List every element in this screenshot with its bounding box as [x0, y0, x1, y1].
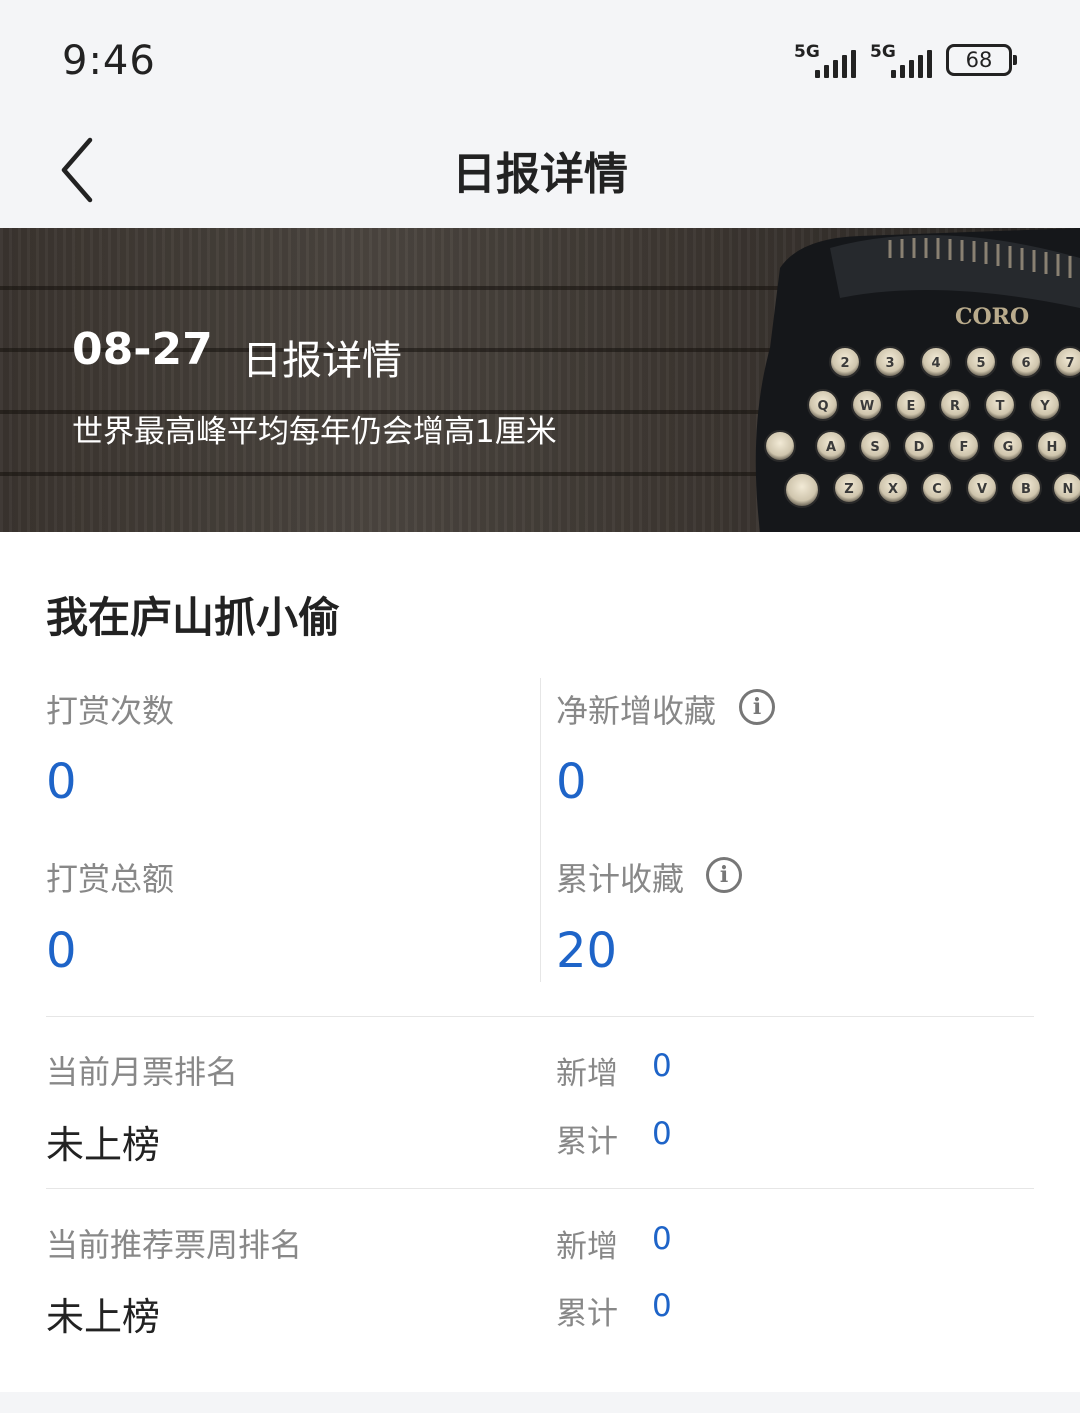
svg-text:F: F [960, 440, 969, 455]
svg-text:H: H [1047, 440, 1058, 455]
weekly-total-label: 累计 [556, 1296, 618, 1332]
svg-text:C: C [932, 482, 942, 497]
banner-date: 08-27 [72, 324, 213, 375]
svg-text:G: G [1003, 440, 1014, 455]
svg-text:A: A [826, 440, 836, 455]
signal-icon: 5G [794, 42, 856, 78]
battery-icon: 68 [946, 44, 1017, 76]
svg-text:R: R [950, 399, 960, 414]
weekly-new-label: 新增 [556, 1229, 618, 1265]
svg-text:Y: Y [1039, 399, 1050, 414]
monthly-new-value: 0 [652, 1048, 672, 1084]
monthly-new-label: 新增 [556, 1056, 618, 1092]
banner: CORO 2 3 4 5 6 7 Q W E R T Y A S D F G H Z X C V B N 08-27 日… [0, 228, 1080, 532]
svg-text:3: 3 [885, 356, 894, 371]
monthly-ticket-rank-value: 未上榜 [46, 1123, 161, 1167]
banner-heading: 日报详情 [242, 338, 402, 384]
info-icon[interactable]: i [706, 857, 742, 893]
typewriter-image: CORO 2 3 4 5 6 7 Q W E R T Y A S D F G H Z X C V B N [755, 228, 1080, 532]
section-divider [46, 1016, 1034, 1017]
section-divider [46, 1188, 1034, 1189]
svg-text:6: 6 [1021, 356, 1030, 371]
svg-text:5: 5 [976, 356, 985, 371]
weekly-recommend-rank-value: 未上榜 [46, 1295, 161, 1339]
status-time: 9:46 [62, 38, 156, 84]
net-favorites-label: 净新增收藏 [556, 692, 717, 730]
svg-text:S: S [870, 440, 879, 455]
column-divider [540, 678, 541, 982]
signal-icon: 5G [870, 42, 932, 78]
weekly-recommend-rank-label: 当前推荐票周排名 [46, 1226, 303, 1264]
weekly-total-value: 0 [652, 1288, 672, 1324]
nav-bar: 日报详情 [0, 110, 1080, 228]
tip-total-value: 0 [46, 923, 77, 979]
svg-text:Z: Z [844, 482, 853, 497]
svg-text:N: N [1063, 482, 1074, 497]
svg-text:W: W [860, 399, 874, 414]
svg-text:CORO: CORO [955, 304, 1029, 330]
svg-text:7: 7 [1065, 356, 1074, 371]
svg-text:T: T [996, 399, 1005, 414]
svg-text:E: E [907, 399, 916, 414]
page-title: 日报详情 [452, 149, 628, 200]
net-favorites-value: 0 [556, 754, 587, 810]
svg-text:X: X [888, 482, 898, 497]
svg-text:B: B [1021, 482, 1031, 497]
tip-total-label: 打赏总额 [46, 860, 175, 898]
weekly-new-value: 0 [652, 1221, 672, 1257]
status-bar: 9:46 5G 5G 68 [0, 0, 1080, 110]
total-favorites-value: 20 [556, 923, 618, 979]
svg-text:Q: Q [817, 399, 828, 414]
battery-level: 68 [965, 48, 993, 72]
svg-text:V: V [977, 482, 987, 497]
status-indicators: 5G 5G 68 [794, 38, 1017, 78]
info-icon[interactable]: i [739, 689, 775, 725]
tip-count-label: 打赏次数 [46, 692, 175, 730]
tip-count-value: 0 [46, 754, 77, 810]
svg-text:2: 2 [840, 356, 849, 371]
banner-subtitle: 世界最高峰平均每年仍会增高1厘米 [72, 414, 557, 450]
monthly-total-label: 累计 [556, 1124, 618, 1160]
book-title: 我在庐山抓小偷 [46, 593, 341, 642]
monthly-ticket-rank-label: 当前月票排名 [46, 1053, 239, 1091]
report-card: 我在庐山抓小偷 打赏次数 0 打赏总额 0 净新增收藏 i 0 累计收藏 i 2… [0, 532, 1080, 1392]
svg-text:D: D [914, 440, 925, 455]
svg-text:4: 4 [931, 356, 940, 371]
total-favorites-label: 累计收藏 [556, 860, 685, 898]
monthly-total-value: 0 [652, 1116, 672, 1152]
